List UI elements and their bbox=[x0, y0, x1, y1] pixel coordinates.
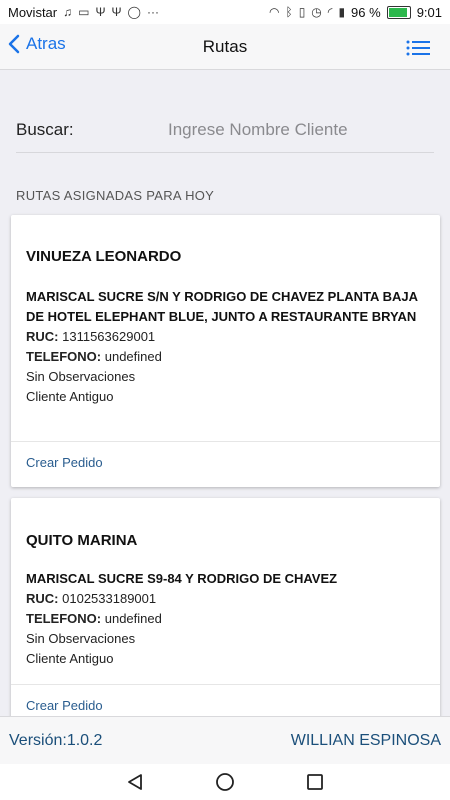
client-observations: Sin Observaciones bbox=[26, 631, 136, 646]
version-number: 1.0.2 bbox=[66, 731, 103, 749]
status-right: ◠ ᛒ ▯ ◷ ◜ ▮ 96 % 9:01 bbox=[269, 5, 442, 20]
whatsapp-icon: ◯ bbox=[127, 5, 141, 19]
phone-value: undefined bbox=[104, 611, 162, 626]
route-card: QUITO MARINA MARISCAL SUCRE S9-84 Y RODR… bbox=[11, 498, 440, 716]
phone-label: TELEFONO: bbox=[26, 611, 102, 626]
ruc-value: 0102533189001 bbox=[62, 591, 157, 606]
nav-bar: Atras Rutas bbox=[0, 24, 450, 70]
vibrate-icon: ▯ bbox=[298, 5, 306, 19]
section-header: RUTAS ASIGNADAS PARA HOY bbox=[16, 188, 215, 203]
headset-icon: ◠ bbox=[269, 5, 280, 19]
status-bar: Movistar ♫ ▭ Ψ Ψ ◯ ··· ◠ ᛒ ▯ ◷ ◜ ▮ 96 % … bbox=[0, 0, 450, 24]
create-order-button[interactable]: Crear Pedido bbox=[11, 455, 118, 470]
client-ruc: RUC: 1311563629001 bbox=[26, 327, 425, 347]
route-card: VINUEZA LEONARDO MARISCAL SUCRE S/N Y RO… bbox=[11, 215, 440, 487]
client-name: QUITO MARINA bbox=[26, 532, 138, 549]
client-address: MARISCAL SUCRE S/N Y RODRIGO DE CHAVEZ P… bbox=[26, 289, 418, 324]
card-divider bbox=[11, 441, 440, 442]
ruc-label: RUC: bbox=[26, 591, 59, 606]
phone-label: TELEFONO: bbox=[26, 349, 102, 364]
ruc-label: RUC: bbox=[26, 329, 59, 344]
home-circle-icon[interactable] bbox=[215, 772, 235, 792]
client-phone: TELEFONO: undefined bbox=[26, 347, 425, 367]
search-label: Buscar: bbox=[16, 120, 74, 139]
client-type: Cliente Antiguo bbox=[26, 389, 114, 404]
music-icon: ♫ bbox=[63, 5, 73, 19]
system-nav-bar bbox=[0, 764, 450, 800]
status-left: Movistar ♫ ▭ Ψ Ψ ◯ ··· bbox=[8, 5, 159, 20]
version-info: Versión:1.0.2 bbox=[9, 732, 102, 750]
client-phone: TELEFONO: undefined bbox=[26, 609, 425, 629]
client-ruc: RUC: 0102533189001 bbox=[26, 589, 425, 609]
create-order-button[interactable]: Crear Pedido bbox=[11, 698, 118, 713]
battery-percent: 96 % bbox=[351, 4, 381, 20]
carrier-name: Movistar bbox=[8, 4, 58, 20]
menu-icon[interactable] bbox=[406, 40, 430, 56]
client-name: VINUEZA LEONARDO bbox=[26, 248, 182, 265]
battery-icon bbox=[386, 5, 411, 19]
clock: 9:01 bbox=[416, 4, 442, 20]
client-type: Cliente Antiguo bbox=[26, 651, 114, 666]
usb-icon: Ψ bbox=[95, 5, 106, 19]
client-observations: Sin Observaciones bbox=[26, 369, 136, 384]
laptop-icon: ▭ bbox=[78, 5, 90, 19]
bluetooth-icon: ᛒ bbox=[285, 5, 293, 19]
back-triangle-icon[interactable] bbox=[126, 773, 144, 791]
client-address: MARISCAL SUCRE S9-84 Y RODRIGO DE CHAVEZ bbox=[26, 571, 338, 586]
alarm-icon: ◷ bbox=[311, 5, 322, 19]
app-footer: Versión:1.0.2 WILLIAN ESPINOSA bbox=[0, 716, 450, 764]
wifi-icon: ◜ bbox=[327, 5, 333, 19]
usb-icon-2: Ψ bbox=[111, 5, 122, 19]
card-divider bbox=[11, 684, 440, 685]
content-area[interactable]: Buscar: RUTAS ASIGNADAS PARA HOY VINUEZA… bbox=[0, 70, 450, 716]
search-input[interactable] bbox=[166, 119, 434, 141]
ruc-value: 1311563629001 bbox=[62, 329, 156, 344]
page-title: Rutas bbox=[202, 37, 248, 56]
recents-square-icon[interactable] bbox=[306, 773, 324, 791]
phone-value: undefined bbox=[104, 349, 162, 364]
version-label: Versión: bbox=[9, 731, 67, 749]
user-name: WILLIAN ESPINOSA bbox=[290, 731, 441, 749]
signal-icon: ▮ bbox=[338, 5, 346, 19]
more-icon: ··· bbox=[146, 5, 159, 19]
search-row: Buscar: bbox=[16, 108, 434, 153]
